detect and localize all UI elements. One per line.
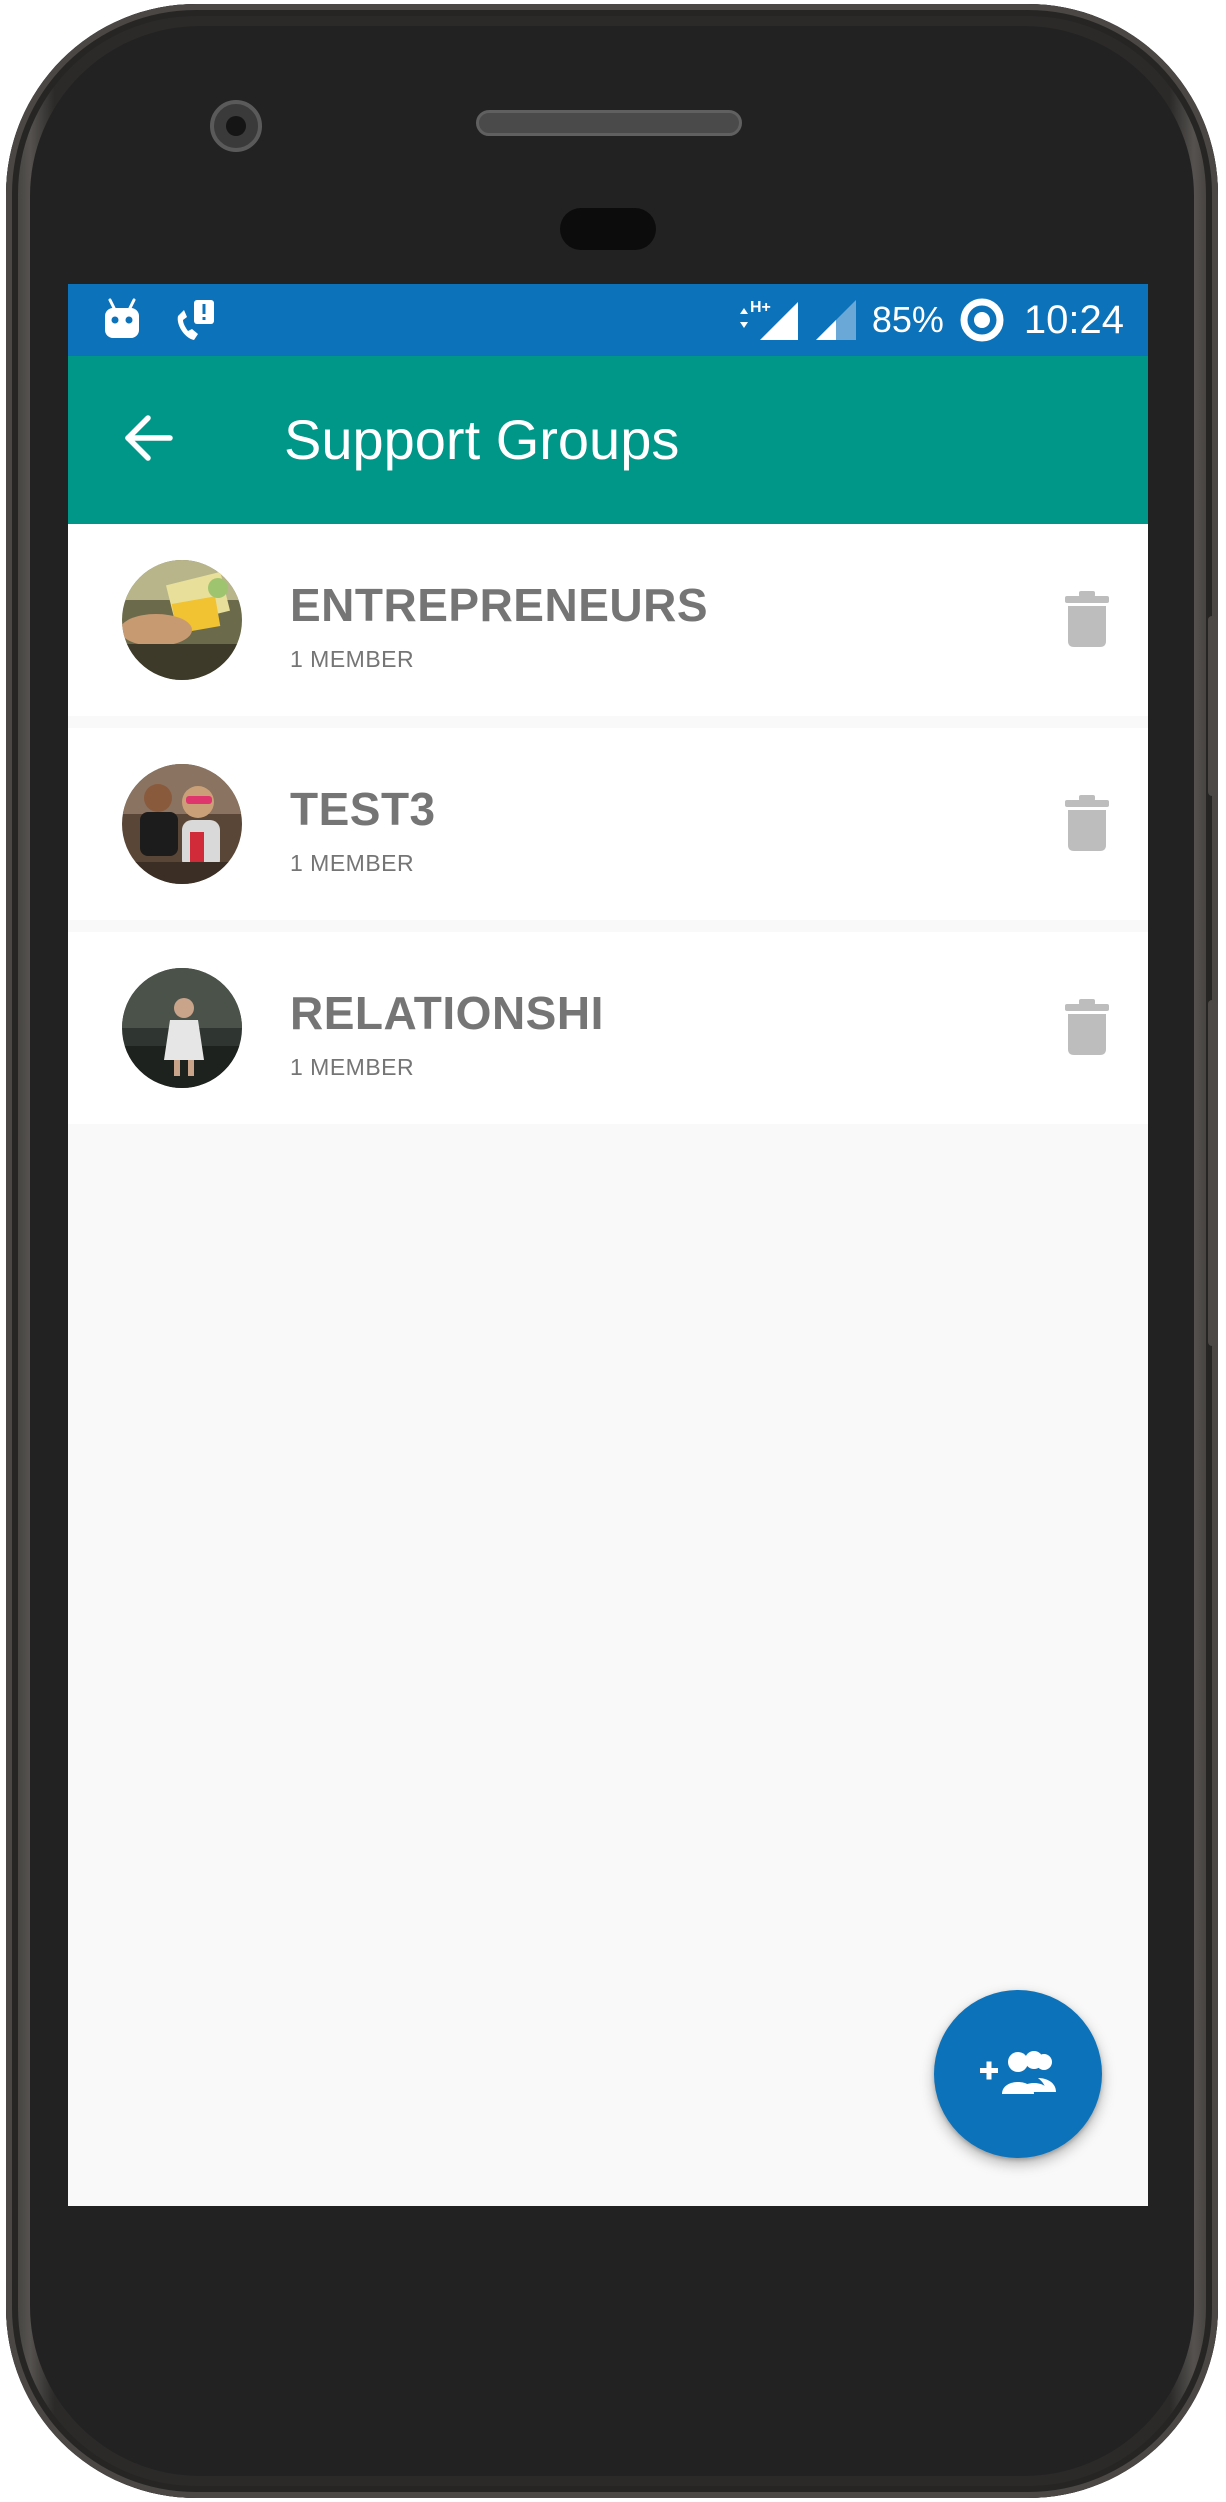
earpiece-sensor [560,208,656,250]
delete-group-button[interactable] [1056,996,1118,1062]
group-member-count: 1 MEMBER [290,850,415,876]
status-bar: H+ 85% 10:24 [68,284,1148,356]
delete-group-button[interactable] [1056,588,1118,654]
back-button[interactable] [108,400,188,480]
group-name: TEST3 [290,783,436,835]
group-avatar [122,764,242,884]
add-group-icon [980,2048,1056,2101]
wifi-calling-alert-icon [172,298,216,344]
android-debug-icon [102,298,142,344]
trash-icon [1065,794,1109,856]
page-title: Support Groups [284,408,680,471]
group-avatar [122,968,242,1088]
delete-group-button[interactable] [1056,792,1118,858]
group-list-item[interactable]: TEST3 1 MEMBER [68,728,1148,920]
battery-percentage: 85% [871,299,944,340]
trash-icon [1065,590,1109,652]
arrow-left-icon [122,412,174,469]
power-button [1208,1000,1218,1346]
group-name: ENTREPRENEURS [290,579,709,631]
app-screen: H+ 85% 10:24 Support Groups ENTREPRENEUR… [68,284,1148,2206]
group-name: RELATIONSHI [290,987,604,1039]
battery-ring-icon [958,296,1006,344]
trash-icon [1065,998,1109,1060]
group-list-item[interactable]: ENTREPRENEURS 1 MEMBER [68,524,1148,716]
group-list-item[interactable]: RELATIONSHI 1 MEMBER [68,932,1148,1124]
group-member-count: 1 MEMBER [290,646,415,672]
signal-partial-icon [814,298,858,342]
status-clock: 10:24 [1023,298,1124,342]
volume-button [1208,616,1218,796]
speaker-grille [476,110,742,136]
support-group-list: ENTREPRENEURS 1 MEMBER TEST3 1 MEMBER RE… [68,524,1148,1136]
data-arrows-icon: H+ [736,296,800,344]
group-member-count: 1 MEMBER [290,1054,415,1080]
app-toolbar: Support Groups [68,356,1148,524]
add-group-fab[interactable] [934,1990,1102,2158]
group-avatar [122,560,242,680]
front-camera [210,100,262,152]
network-type-label: H+ [750,299,771,316]
